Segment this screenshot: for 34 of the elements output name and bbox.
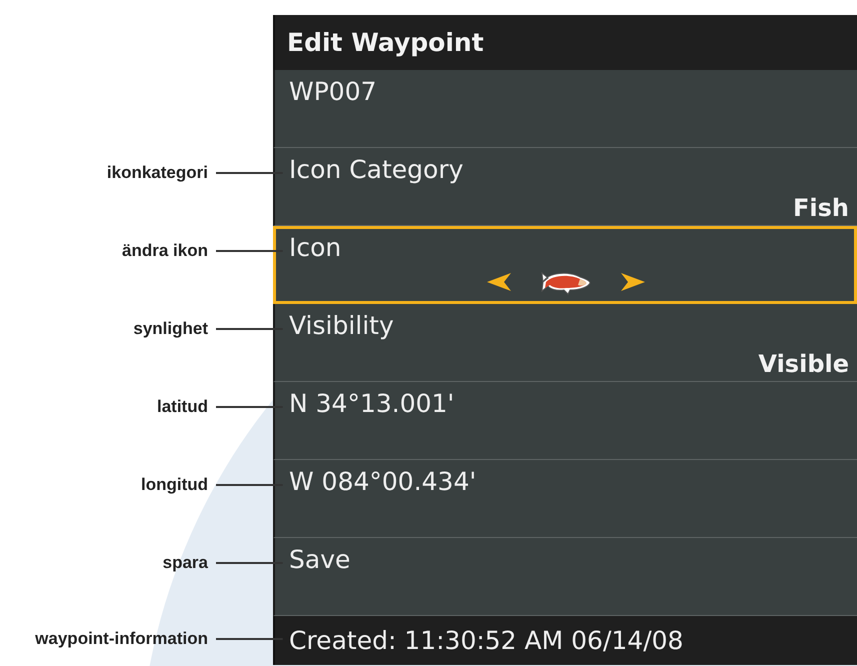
leader-line: [216, 638, 283, 640]
leader-line: [216, 406, 283, 408]
leader-line: [216, 328, 283, 330]
item-label: Save: [289, 544, 350, 576]
item-label: N 34°13.001': [289, 388, 454, 420]
item-value: Fish: [793, 194, 849, 222]
callout-label: ändra ikon: [122, 241, 208, 261]
callout-label: latitud: [157, 397, 208, 417]
callout-label: ikonkategori: [106, 163, 208, 183]
item-label: W 084°00.434': [289, 466, 476, 498]
leader-line: [216, 484, 283, 486]
leader-line: [216, 562, 283, 564]
menu-item[interactable]: Save: [273, 538, 857, 616]
callout-label: waypoint-information: [35, 629, 208, 649]
menu-item[interactable]: WP007: [273, 70, 857, 148]
callout-label: longitud: [140, 475, 208, 495]
menu-item[interactable]: Icon Category Fish: [273, 148, 857, 226]
leader-line: [216, 250, 283, 252]
menu-item[interactable]: N 34°13.001': [273, 382, 857, 460]
status-text: Created: 11:30:52 AM 06/14/08: [289, 626, 684, 655]
right-arrow-icon[interactable]: [620, 272, 646, 292]
item-label: WP007: [289, 76, 377, 108]
item-value: Visible: [758, 350, 849, 378]
menu-item[interactable]: Icon: [273, 226, 857, 304]
callout-label: spara: [162, 553, 208, 573]
left-arrow-icon[interactable]: [486, 272, 512, 292]
window-title: Edit Waypoint: [287, 28, 484, 57]
callout-label: synlighet: [133, 319, 208, 339]
item-label: Icon: [289, 232, 342, 264]
menu-item[interactable]: Visibility Visible: [273, 304, 857, 382]
menu-item[interactable]: W 084°00.434': [273, 460, 857, 538]
item-label: Icon Category: [289, 154, 464, 186]
item-label: Visibility: [289, 310, 394, 342]
leader-line: [216, 172, 283, 174]
